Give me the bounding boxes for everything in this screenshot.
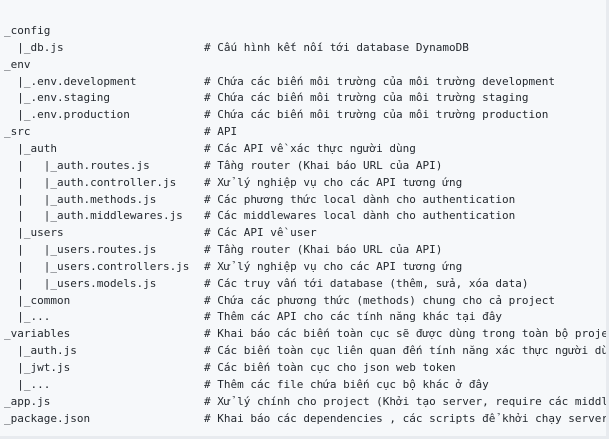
tree-path: |_auth.js bbox=[4, 344, 77, 358]
tree-path: | |_users.models.js bbox=[4, 276, 157, 290]
line-comment: # Cấu hình kết nối tới database DynamoDB bbox=[204, 40, 469, 54]
code-block: _config |_db.js # Cấu hình kết nối tới da… bbox=[0, 0, 609, 439]
line-comment: # Khai báo các biến toàn cục sẽ được dùn… bbox=[204, 327, 609, 341]
tree-path: |_db.js bbox=[4, 40, 64, 54]
line-comment: # Các truy vấn tới database (thêm, sửa, … bbox=[204, 276, 529, 290]
tree-path: |_... bbox=[4, 310, 51, 324]
line-comment: # Thêm các file chứa biến cục bộ khác ở … bbox=[204, 377, 489, 391]
tree-path: |_users bbox=[4, 226, 64, 240]
line-comment: # Xử lý chính cho project (Khởi tạo serv… bbox=[204, 394, 609, 408]
line-comment: # Các API về xác thực người dùng bbox=[204, 141, 416, 155]
line-comment: # Các biến toàn cục cho json web token bbox=[204, 361, 456, 374]
tree-path: _variables bbox=[4, 327, 71, 341]
line-comment: # Tầng router (Khai báo URL của API) bbox=[204, 158, 443, 172]
tree-path: | |_auth.methods.js bbox=[4, 192, 157, 206]
tree-path: | |_users.routes.js bbox=[4, 243, 157, 257]
line-comment: # Chứa các biến môi trường của môi trườn… bbox=[204, 74, 555, 88]
tree-path: | |_auth.routes.js bbox=[4, 158, 150, 172]
tree-path: | |_users.controllers.js bbox=[4, 259, 190, 273]
line-comment: # Khai báo các dependencies , các script… bbox=[204, 411, 608, 425]
tree-path: | |_auth.middlewares.js bbox=[4, 209, 183, 223]
tree-path: _env bbox=[4, 57, 31, 71]
tree-path: |_common bbox=[4, 293, 71, 307]
line-comment: # Các middlewares local dành cho authent… bbox=[204, 209, 516, 223]
tree-path: |_.env.development bbox=[4, 74, 137, 88]
line-comment: # Xử lý nghiệp vụ cho các API tương ứng bbox=[204, 175, 463, 189]
line-comment: # Các biến toàn cục liên quan đến tính n… bbox=[204, 344, 609, 358]
line-comment: # Xử lý nghiệp vụ cho các API tương ứng bbox=[204, 259, 463, 273]
tree-path: _src bbox=[4, 125, 31, 139]
tree-path: _app.js bbox=[4, 394, 51, 408]
line-comment: # Các API về user bbox=[204, 226, 317, 240]
tree-path: |_... bbox=[4, 377, 51, 391]
line-comment: # Các phương thức local dành cho authent… bbox=[204, 192, 516, 206]
line-comment: # API bbox=[204, 125, 238, 139]
tree-path: _package.json bbox=[4, 411, 91, 425]
line-comment: # Thêm các API cho các tính năng khác tạ… bbox=[204, 310, 503, 324]
tree-path: |_.env.staging bbox=[4, 91, 110, 105]
tree-path: _config bbox=[4, 24, 51, 37]
line-comment: # Chứa các biến môi trường của môi trườn… bbox=[204, 91, 529, 105]
line-comment: # Tầng router (Khai báo URL của API) bbox=[204, 243, 443, 257]
tree-path: |_.env.production bbox=[4, 108, 130, 122]
line-comment: # Chứa các phương thức (methods) chung c… bbox=[204, 293, 555, 307]
tree-path: |_auth bbox=[4, 141, 57, 155]
tree-path: |_jwt.js bbox=[4, 361, 71, 374]
tree-path: | |_auth.controller.js bbox=[4, 175, 177, 189]
line-comment: # Chứa các biến môi trường của môi trườn… bbox=[204, 108, 549, 122]
